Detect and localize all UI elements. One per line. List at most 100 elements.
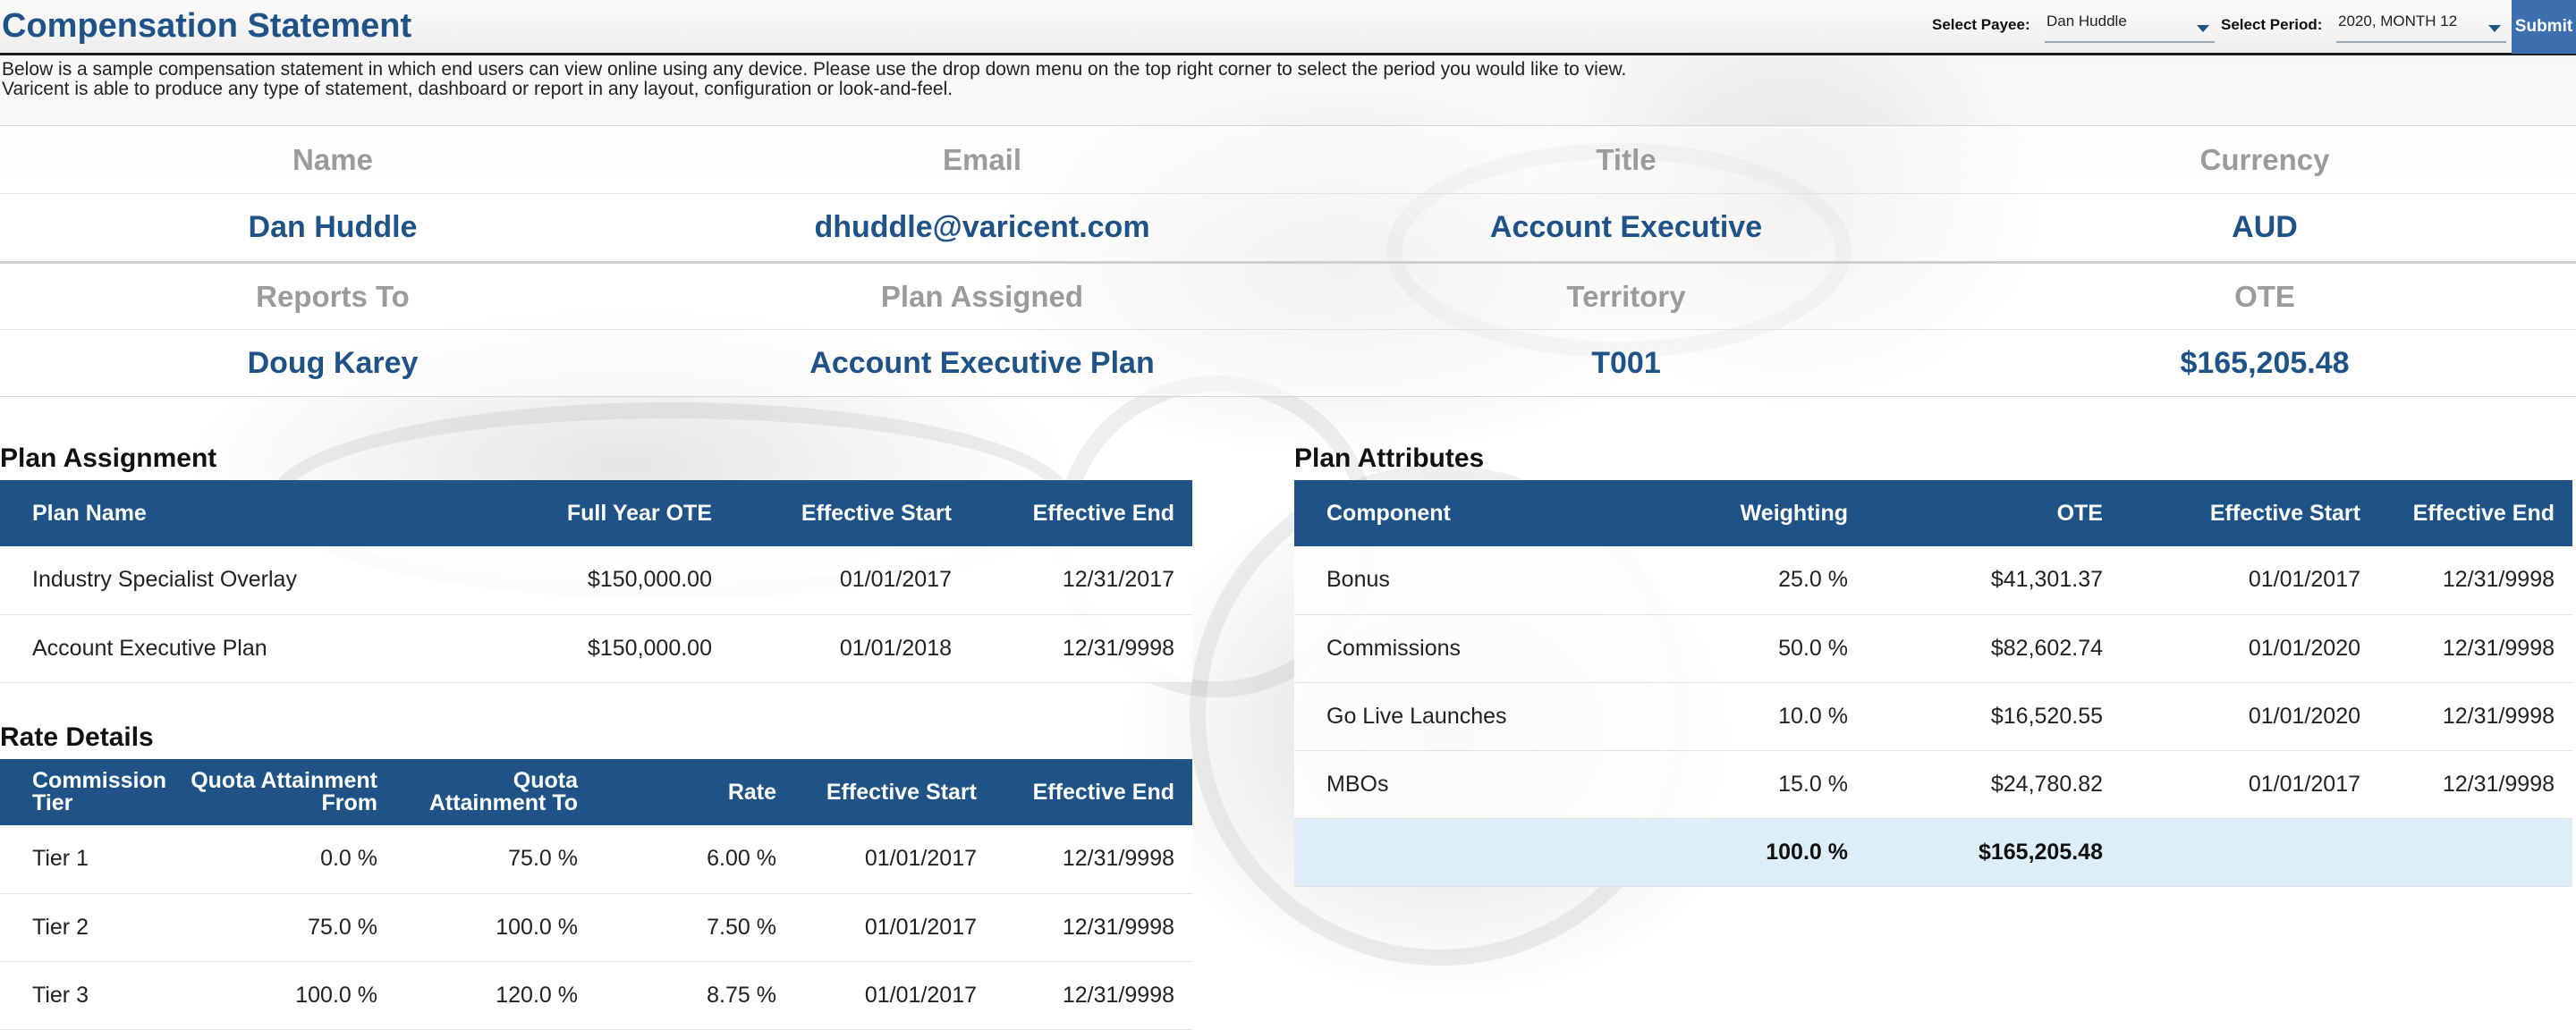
column-header: Rate (596, 759, 794, 825)
period-selector-label: Select Period: (2221, 16, 2323, 33)
table-cell: 12/31/9998 (970, 614, 1192, 683)
column-header: Effective Start (2121, 480, 2378, 546)
total-row: 100.0 % $165,205.48 (1294, 818, 2572, 887)
table-cell: 01/01/2020 (2121, 682, 2378, 751)
table-cell: $150,000.00 (501, 614, 730, 683)
table-row: Tier 1 0.0 % 75.0 % 6.00 % 01/01/2017 12… (0, 825, 1192, 894)
table-cell (2121, 818, 2378, 887)
table-cell: Tier 2 (0, 893, 188, 962)
column-header: OTE (1866, 480, 2121, 546)
name-label: Name (292, 142, 373, 176)
table-cell: 01/01/2017 (794, 825, 995, 894)
table-row: MBOs 15.0 % $24,780.82 01/01/2017 12/31/… (1294, 750, 2572, 819)
table-cell: 12/31/9998 (995, 893, 1192, 962)
total-weighting: 100.0 % (1634, 818, 1866, 887)
table-cell: Tier 1 (0, 825, 188, 894)
email-label: Email (942, 142, 1022, 176)
submit-button[interactable]: Submit (2512, 0, 2576, 54)
table-cell: 01/01/2017 (2121, 546, 2378, 615)
table-cell (2378, 818, 2572, 887)
reports-to-label: Reports To (256, 279, 410, 313)
chevron-down-icon (2197, 25, 2209, 32)
table-cell: 12/31/9998 (995, 825, 1192, 894)
table-cell: $150,000.00 (501, 546, 730, 615)
table-cell: 12/31/9998 (2378, 682, 2572, 751)
payee-selector-label: Select Payee: (1932, 16, 2030, 33)
summary-label-row: Reports To Plan Assigned Territory OTE (0, 261, 2576, 329)
table-header-row: Commission Tier Quota Attainment From Qu… (0, 759, 1192, 825)
plan-assigned-value: Account Executive Plan (809, 345, 1155, 380)
plan-assignment-table: Plan Name Full Year OTE Effective Start … (0, 480, 1192, 683)
rate-details-table: Commission Tier Quota Attainment From Qu… (0, 759, 1192, 1030)
table-cell: 25.0 % (1634, 546, 1866, 615)
table-row: Tier 2 75.0 % 100.0 % 7.50 % 01/01/2017 … (0, 893, 1192, 962)
summary-value-row: Doug Karey Account Executive Plan T001 $… (0, 329, 2576, 397)
table-row: Bonus 25.0 % $41,301.37 01/01/2017 12/31… (1294, 546, 2572, 615)
table-cell: 100.0 % (188, 961, 395, 1030)
period-dropdown-value: 2020, MONTH 12 (2338, 13, 2458, 30)
title-value: Account Executive (1489, 210, 1763, 244)
rate-details-title: Rate Details (0, 722, 154, 752)
territory-label: Territory (1566, 279, 1686, 313)
name-value: Dan Huddle (248, 210, 418, 244)
summary-value-row: Dan Huddle dhuddle@varicent.com Account … (0, 193, 2576, 261)
table-cell: 12/31/9998 (2378, 614, 2572, 683)
table-cell: 8.75 % (596, 961, 794, 1030)
table-cell: $82,602.74 (1866, 614, 2121, 683)
table-cell: 12/31/9998 (995, 961, 1192, 1030)
page-title: Compensation Statement (2, 7, 412, 45)
column-header: Effective End (995, 759, 1192, 825)
payee-dropdown-value: Dan Huddle (2046, 13, 2127, 30)
table-cell: $24,780.82 (1866, 750, 2121, 819)
table-cell: $41,301.37 (1866, 546, 2121, 615)
table-cell: 75.0 % (395, 825, 596, 894)
table-cell: 01/01/2018 (730, 614, 970, 683)
column-header: Quota Attainment From (188, 759, 395, 825)
table-row: Industry Specialist Overlay $150,000.00 … (0, 546, 1192, 615)
table-cell: 01/01/2017 (2121, 750, 2378, 819)
table-cell: 100.0 % (395, 893, 596, 962)
table-cell: 01/01/2017 (730, 546, 970, 615)
table-row: Go Live Launches 10.0 % $16,520.55 01/01… (1294, 682, 2572, 751)
ote-label: OTE (2234, 279, 2295, 313)
table-row: Account Executive Plan $150,000.00 01/01… (0, 614, 1192, 683)
table-row: Commissions 50.0 % $82,602.74 01/01/2020… (1294, 614, 2572, 683)
payee-summary: Name Email Title Currency Dan Huddle dhu… (0, 125, 2576, 397)
currency-value: AUD (2232, 210, 2298, 244)
table-cell: 120.0 % (395, 961, 596, 1030)
table-cell: 0.0 % (188, 825, 395, 894)
summary-label-row: Name Email Title Currency (0, 125, 2576, 193)
table-row: Tier 3 100.0 % 120.0 % 8.75 % 01/01/2017… (0, 961, 1192, 1030)
table-cell: 01/01/2017 (794, 893, 995, 962)
column-header: Effective Start (730, 480, 970, 546)
column-header: Effective Start (794, 759, 995, 825)
intro-text: Below is a sample compensation statement… (2, 60, 1626, 99)
plan-attributes-title: Plan Attributes (1294, 443, 1485, 473)
plan-assigned-label: Plan Assigned (880, 279, 1084, 313)
email-value: dhuddle@varicent.com (814, 210, 1150, 244)
table-cell: 12/31/2017 (970, 546, 1192, 615)
column-header: Weighting (1634, 480, 1866, 546)
table-cell: 6.00 % (596, 825, 794, 894)
plan-assignment-title: Plan Assignment (0, 443, 217, 473)
table-header-row: Plan Name Full Year OTE Effective Start … (0, 480, 1192, 546)
table-cell: 12/31/9998 (2378, 750, 2572, 819)
payee-dropdown[interactable]: Dan Huddle (2045, 7, 2215, 43)
table-cell: 12/31/9998 (2378, 546, 2572, 615)
table-cell: Tier 3 (0, 961, 188, 1030)
title-label: Title (1596, 142, 1657, 176)
column-header: Full Year OTE (501, 480, 730, 546)
chevron-down-icon (2488, 25, 2501, 32)
intro-line-2: Varicent is able to produce any type of … (2, 79, 953, 99)
period-dropdown[interactable]: 2020, MONTH 12 (2336, 7, 2506, 43)
table-cell: 50.0 % (1634, 614, 1866, 683)
table-cell: 7.50 % (596, 893, 794, 962)
table-cell: Bonus (1294, 546, 1634, 615)
currency-label: Currency (2199, 142, 2330, 176)
column-header: Quota Attainment To (395, 759, 596, 825)
table-cell: Go Live Launches (1294, 682, 1634, 751)
total-ote: $165,205.48 (1866, 818, 2121, 887)
table-cell: 75.0 % (188, 893, 395, 962)
table-header-row: Component Weighting OTE Effective Start … (1294, 480, 2572, 546)
column-header: Component (1294, 480, 1634, 546)
